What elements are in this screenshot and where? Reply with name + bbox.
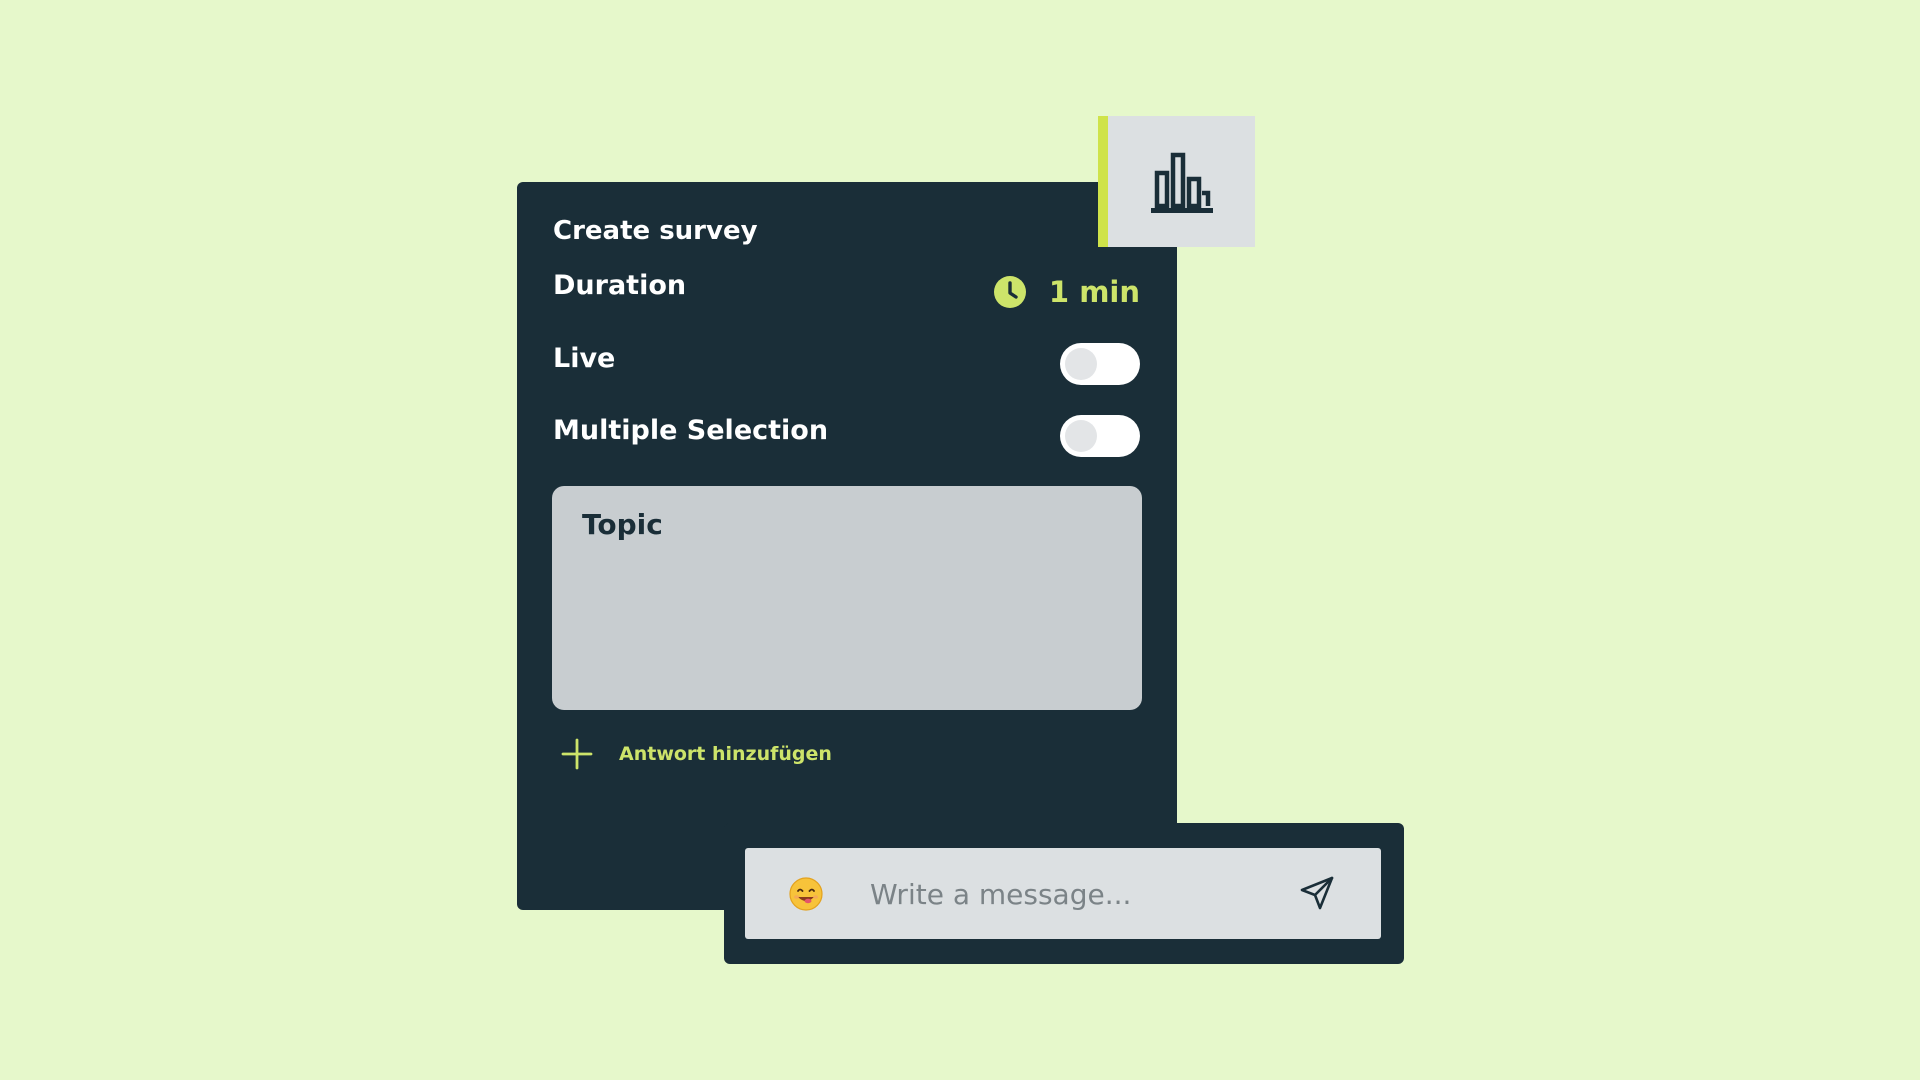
add-answer-label: Antwort hinzufügen (619, 743, 832, 765)
live-label: Live (553, 343, 616, 374)
smiley-face-icon[interactable] (788, 876, 824, 912)
message-input[interactable] (870, 868, 1290, 920)
panel-title: Create survey (553, 216, 758, 246)
multiple-selection-toggle-knob (1065, 420, 1097, 452)
add-answer-button[interactable]: Antwort hinzufügen (561, 738, 832, 770)
topic-field[interactable]: Topic (552, 486, 1142, 710)
live-toggle[interactable] (1060, 343, 1140, 385)
plus-icon (561, 738, 593, 770)
clock-icon (993, 276, 1026, 308)
duration-label: Duration (553, 270, 687, 301)
multiple-selection-toggle[interactable] (1060, 415, 1140, 457)
topic-label: Topic (582, 508, 663, 541)
message-bar (745, 848, 1381, 939)
bar-chart-icon (1150, 152, 1213, 213)
create-survey-panel: Create survey Duration 1 min Live Multip… (517, 182, 1177, 910)
paper-plane-icon[interactable] (1298, 874, 1336, 912)
survey-chart-tab[interactable] (1098, 116, 1255, 247)
message-panel (724, 823, 1404, 964)
duration-selector[interactable]: 1 min (993, 275, 1140, 309)
duration-value: 1 min (1048, 275, 1140, 309)
multiple-selection-label: Multiple Selection (553, 415, 829, 446)
live-toggle-knob (1065, 348, 1097, 380)
